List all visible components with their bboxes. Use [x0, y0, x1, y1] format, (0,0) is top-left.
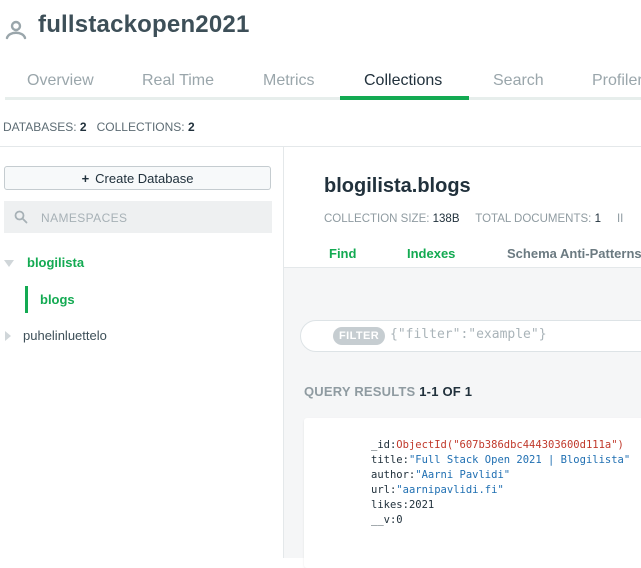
doc-value-title: "Full Stack Open 2021 | Blogilista"	[408, 454, 631, 466]
collection-stats: COLLECTION SIZE: 138B TOTAL DOCUMENTS: 1…	[324, 213, 623, 225]
tab-metrics[interactable]: Metrics	[263, 72, 315, 90]
collection-extra-label: II	[616, 213, 624, 225]
doc-field-author: author:"Aarni Pavlidi"	[371, 469, 510, 481]
collections-label: COLLECTIONS:	[96, 120, 185, 134]
doc-value-likes: 2021	[408, 499, 435, 511]
tab-search[interactable]: Search	[493, 72, 544, 90]
collections-count: 2	[188, 120, 195, 134]
doc-key-id: _id:	[371, 439, 397, 451]
tab-collections[interactable]: Collections	[364, 72, 442, 90]
subtab-indexes[interactable]: Indexes	[407, 246, 455, 261]
query-results-range: 1-1 OF 1	[419, 384, 473, 399]
cluster-header: fullstackopen2021	[0, 0, 641, 60]
total-documents-label: TOTAL DOCUMENTS:	[475, 213, 592, 225]
doc-key-title: title:	[371, 454, 409, 466]
doc-key-v: __v:	[371, 514, 397, 526]
tab-real-time[interactable]: Real Time	[142, 72, 214, 90]
doc-key-url: url:	[371, 484, 397, 496]
tab-profiler[interactable]: Profiler	[592, 72, 641, 90]
subtab-schema-anti-patterns[interactable]: Schema Anti-Patterns	[507, 246, 641, 261]
sidebar-db-puhelinluettelo[interactable]: puhelinluettelo	[23, 328, 107, 343]
tab-overview[interactable]: Overview	[27, 72, 94, 90]
create-database-label: Create Database	[95, 171, 194, 186]
query-results-label: QUERY RESULTS 1-1 OF 1	[304, 384, 472, 399]
doc-key-author: author:	[371, 469, 416, 481]
doc-value-author: "Aarni Pavlidi"	[415, 469, 511, 481]
total-documents-value: 1	[594, 213, 601, 225]
doc-field-title: title:"Full Stack Open 2021 | Blogilista…	[371, 454, 630, 466]
subtab-find[interactable]: Find	[329, 246, 356, 261]
doc-field-likes: likes:2021	[371, 499, 434, 511]
collection-size-value: 138B	[432, 213, 460, 225]
sidebar-collection-blogs[interactable]: blogs	[40, 292, 75, 307]
caret-right-icon[interactable]	[5, 331, 11, 341]
active-tab-indicator	[340, 96, 469, 100]
doc-value-id: ObjectId("607b386dbc444303600d111a")	[396, 439, 624, 451]
create-database-button[interactable]: + Create Database	[4, 166, 271, 190]
selected-collection-indicator	[25, 286, 28, 313]
search-icon	[14, 210, 28, 224]
cluster-title: fullstackopen2021	[38, 11, 250, 38]
query-results-title: QUERY RESULTS	[304, 384, 416, 399]
tabs-divider	[5, 97, 641, 100]
sidebar-db-blogilista[interactable]: blogilista	[27, 255, 84, 270]
namespace-search-input[interactable]: NAMESPACES	[4, 201, 272, 233]
doc-key-likes: likes:	[371, 499, 409, 511]
databases-count: 2	[79, 120, 87, 134]
doc-field-v: __v:0	[371, 514, 403, 526]
plus-icon: +	[81, 171, 90, 186]
header-divider	[0, 146, 641, 147]
doc-value-url: "aarnipavlidi.fi"	[396, 484, 504, 496]
main-tabs	[0, 60, 641, 100]
doc-field-url: url:"aarnipavlidi.fi"	[371, 484, 504, 496]
collection-title: blogilista.blogs	[324, 175, 471, 197]
doc-value-v: 0	[396, 514, 403, 526]
caret-down-icon[interactable]	[4, 260, 14, 267]
collection-size-label: COLLECTION SIZE:	[324, 213, 430, 225]
filter-placeholder[interactable]: {"filter":"example"}	[390, 327, 547, 342]
namespace-search-placeholder: NAMESPACES	[41, 211, 128, 225]
user-icon	[5, 20, 27, 40]
cluster-stats: DATABASES: 2 COLLECTIONS: 2	[3, 120, 195, 134]
databases-label: DATABASES:	[3, 120, 77, 134]
filter-badge: FILTER	[333, 327, 386, 345]
doc-field-id: _id:ObjectId("607b386dbc444303600d111a")	[371, 439, 624, 451]
